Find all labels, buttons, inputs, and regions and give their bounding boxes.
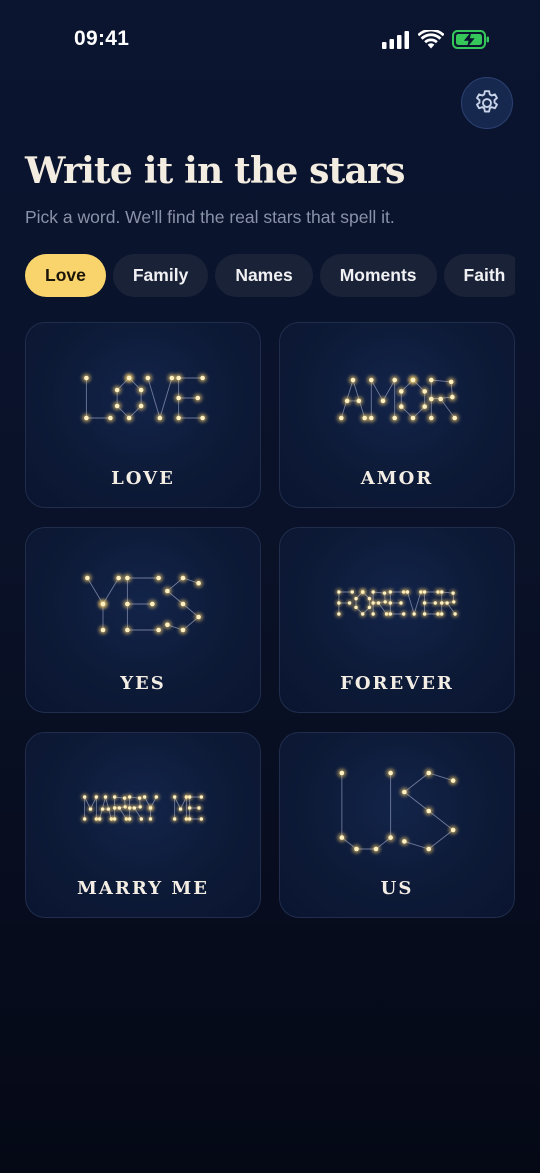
card-label: US	[380, 878, 414, 899]
gear-icon	[476, 90, 498, 113]
card-label: FOREVER	[340, 673, 454, 694]
page-title: Write it in the stars	[25, 150, 405, 192]
signal-icon	[382, 30, 409, 49]
word-card-us[interactable]: US	[279, 732, 515, 918]
category-chips: Love Family Names Moments Faith	[25, 254, 515, 297]
card-label: AMOR	[360, 468, 434, 489]
settings-button[interactable]	[461, 77, 513, 129]
chip-love[interactable]: Love	[25, 254, 106, 297]
status-bar: 09:41	[0, 0, 540, 80]
chip-family[interactable]: Family	[112, 254, 209, 297]
chip-moments[interactable]: Moments	[319, 254, 437, 297]
word-card-forever[interactable]: FOREVER	[279, 527, 515, 713]
status-icons	[382, 30, 490, 49]
chip-faith[interactable]: Faith	[443, 254, 515, 297]
card-label: MARRY ME	[76, 878, 209, 899]
page-subtitle: Pick a word. We'll find the real stars t…	[25, 207, 395, 227]
battery-charging-icon	[452, 30, 489, 49]
card-label: YES	[120, 673, 166, 694]
chip-names[interactable]: Names	[215, 254, 313, 297]
wifi-icon	[418, 30, 444, 49]
word-card-amor[interactable]: AMOR	[279, 322, 515, 508]
status-time: 09:41	[74, 27, 130, 50]
word-card-marry-me[interactable]: MARRY ME	[25, 732, 261, 918]
card-label: LOVE	[111, 468, 175, 489]
word-card-yes[interactable]: YES	[25, 527, 261, 713]
word-card-love[interactable]: LOVE	[25, 322, 261, 508]
